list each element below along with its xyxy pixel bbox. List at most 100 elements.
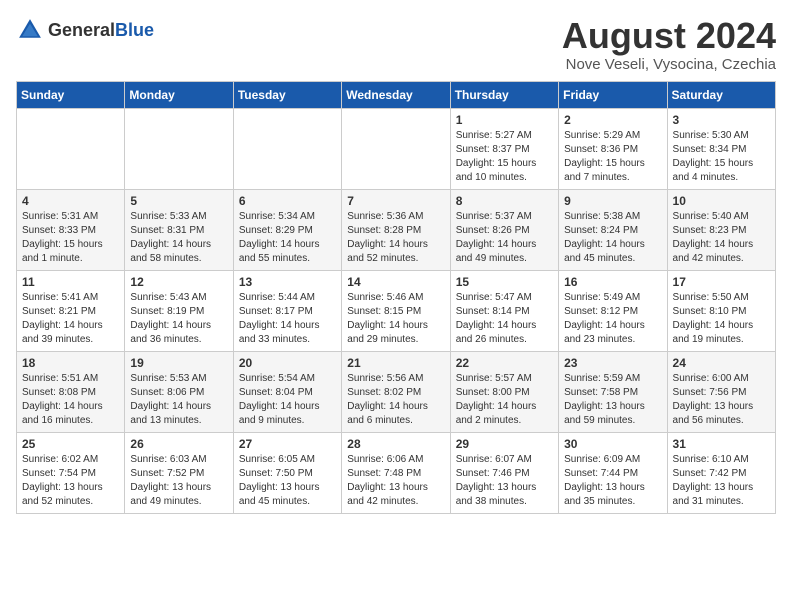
day-info: Sunrise: 5:37 AM Sunset: 8:26 PM Dayligh… [456,210,553,266]
day-number: 10 [673,194,770,208]
day-number: 28 [347,437,444,451]
day-number: 4 [22,194,119,208]
weekday-header-friday: Friday [559,81,667,108]
calendar-cell: 16Sunrise: 5:49 AM Sunset: 8:12 PM Dayli… [559,270,667,351]
day-info: Sunrise: 6:03 AM Sunset: 7:52 PM Dayligh… [130,453,227,509]
day-info: Sunrise: 5:29 AM Sunset: 8:36 PM Dayligh… [564,129,661,185]
logo-icon [16,16,44,44]
weekday-header-saturday: Saturday [667,81,775,108]
day-info: Sunrise: 5:44 AM Sunset: 8:17 PM Dayligh… [239,291,336,347]
day-number: 21 [347,356,444,370]
day-number: 12 [130,275,227,289]
calendar-cell: 26 Sunrise: 6:03 AM Sunset: 7:52 PM Dayli… [125,432,233,513]
calendar-cell: 12 Sunrise: 5:43 AM Sunset: 8:19 PM Dayli… [125,270,233,351]
day-info: Sunrise: 6:09 AM Sunset: 7:44 PM Dayligh… [564,453,661,509]
day-info: Sunrise: 5:46 AM Sunset: 8:15 PM Dayligh… [347,291,444,347]
logo-general-text: General [48,20,115,40]
day-info: Sunrise: 5:36 AM Sunset: 8:28 PM Dayligh… [347,210,444,266]
day-number: 8 [456,194,553,208]
day-info: Sunrise: 5:50 AM Sunset: 8:10 PM Dayligh… [673,291,770,347]
day-number: 30 [564,437,661,451]
week-row-3: 11 Sunrise: 5:41 AM Sunset: 8:21 PM Dayli… [17,270,776,351]
day-number: 23 [564,356,661,370]
calendar-cell: 20Sunrise: 5:54 AM Sunset: 8:04 PM Dayli… [233,351,341,432]
day-number: 31 [673,437,770,451]
calendar-cell: 28 Sunrise: 6:06 AM Sunset: 7:48 PM Dayli… [342,432,450,513]
day-number: 13 [239,275,336,289]
calendar-cell: 6 Sunrise: 5:34 AM Sunset: 8:29 PM Daylig… [233,189,341,270]
day-info: Sunrise: 5:31 AM Sunset: 8:33 PM Dayligh… [22,210,119,266]
title-block: August 2024 Nove Veseli, Vysocina, Czech… [562,16,776,73]
day-number: 14 [347,275,444,289]
day-info: Sunrise: 5:53 AM Sunset: 8:06 PM Dayligh… [130,372,227,428]
day-number: 1 [456,113,553,127]
day-info: Sunrise: 5:43 AM Sunset: 8:19 PM Dayligh… [130,291,227,347]
calendar-cell: 15Sunrise: 5:47 AM Sunset: 8:14 PM Dayli… [450,270,558,351]
week-row-4: 18 Sunrise: 5:51 AM Sunset: 8:08 PM Dayli… [17,351,776,432]
calendar-cell: 17 Sunrise: 5:50 AM Sunset: 8:10 PM Dayli… [667,270,775,351]
day-number: 27 [239,437,336,451]
day-info: Sunrise: 5:57 AM Sunset: 8:00 PM Dayligh… [456,372,553,428]
day-info: Sunrise: 5:41 AM Sunset: 8:21 PM Dayligh… [22,291,119,347]
calendar-cell: 3 Sunrise: 5:30 AM Sunset: 8:34 PM Daylig… [667,108,775,189]
calendar-cell [125,108,233,189]
calendar-cell: 13 Sunrise: 5:44 AM Sunset: 8:17 PM Dayli… [233,270,341,351]
calendar-cell: 30 Sunrise: 6:09 AM Sunset: 7:44 PM Dayli… [559,432,667,513]
day-info: Sunrise: 5:38 AM Sunset: 8:24 PM Dayligh… [564,210,661,266]
day-number: 9 [564,194,661,208]
week-row-5: 25Sunrise: 6:02 AM Sunset: 7:54 PM Dayli… [17,432,776,513]
day-number: 18 [22,356,119,370]
day-info: Sunrise: 6:05 AM Sunset: 7:50 PM Dayligh… [239,453,336,509]
weekday-header-sunday: Sunday [17,81,125,108]
day-number: 15 [456,275,553,289]
week-row-2: 4 Sunrise: 5:31 AM Sunset: 8:33 PM Daylig… [17,189,776,270]
calendar-cell: 19 Sunrise: 5:53 AM Sunset: 8:06 PM Dayli… [125,351,233,432]
calendar-cell [342,108,450,189]
calendar-cell [233,108,341,189]
day-number: 24 [673,356,770,370]
weekday-header-monday: Monday [125,81,233,108]
weekday-header-wednesday: Wednesday [342,81,450,108]
week-row-1: 1 Sunrise: 5:27 AM Sunset: 8:37 PM Daylig… [17,108,776,189]
calendar-cell: 31 Sunrise: 6:10 AM Sunset: 7:42 PM Dayli… [667,432,775,513]
calendar-cell: 5Sunrise: 5:33 AM Sunset: 8:31 PM Daylig… [125,189,233,270]
day-info: Sunrise: 5:30 AM Sunset: 8:34 PM Dayligh… [673,129,770,185]
day-number: 26 [130,437,227,451]
day-number: 20 [239,356,336,370]
logo-blue-text: Blue [115,20,154,40]
weekday-header-tuesday: Tuesday [233,81,341,108]
day-info: Sunrise: 5:49 AM Sunset: 8:12 PM Dayligh… [564,291,661,347]
day-info: Sunrise: 5:40 AM Sunset: 8:23 PM Dayligh… [673,210,770,266]
day-info: Sunrise: 5:56 AM Sunset: 8:02 PM Dayligh… [347,372,444,428]
calendar-cell: 8 Sunrise: 5:37 AM Sunset: 8:26 PM Daylig… [450,189,558,270]
day-number: 7 [347,194,444,208]
day-info: Sunrise: 6:07 AM Sunset: 7:46 PM Dayligh… [456,453,553,509]
page-header: GeneralBlue August 2024 Nove Veseli, Vys… [16,16,776,73]
day-number: 29 [456,437,553,451]
day-info: Sunrise: 5:27 AM Sunset: 8:37 PM Dayligh… [456,129,553,185]
day-number: 6 [239,194,336,208]
day-info: Sunrise: 6:06 AM Sunset: 7:48 PM Dayligh… [347,453,444,509]
day-number: 3 [673,113,770,127]
day-number: 11 [22,275,119,289]
day-info: Sunrise: 6:00 AM Sunset: 7:56 PM Dayligh… [673,372,770,428]
day-number: 17 [673,275,770,289]
weekday-header-row: SundayMondayTuesdayWednesdayThursdayFrid… [17,81,776,108]
day-info: Sunrise: 5:33 AM Sunset: 8:31 PM Dayligh… [130,210,227,266]
calendar-cell: 14 Sunrise: 5:46 AM Sunset: 8:15 PM Dayli… [342,270,450,351]
calendar-cell: 24 Sunrise: 6:00 AM Sunset: 7:56 PM Dayli… [667,351,775,432]
location-subtitle: Nove Veseli, Vysocina, Czechia [562,56,776,73]
calendar-cell: 1 Sunrise: 5:27 AM Sunset: 8:37 PM Daylig… [450,108,558,189]
day-info: Sunrise: 6:10 AM Sunset: 7:42 PM Dayligh… [673,453,770,509]
calendar-cell: 9 Sunrise: 5:38 AM Sunset: 8:24 PM Daylig… [559,189,667,270]
calendar-cell: 18 Sunrise: 5:51 AM Sunset: 8:08 PM Dayli… [17,351,125,432]
day-number: 19 [130,356,227,370]
calendar-cell: 21 Sunrise: 5:56 AM Sunset: 8:02 PM Dayli… [342,351,450,432]
day-number: 22 [456,356,553,370]
day-info: Sunrise: 5:51 AM Sunset: 8:08 PM Dayligh… [22,372,119,428]
day-number: 2 [564,113,661,127]
calendar-cell: 27 Sunrise: 6:05 AM Sunset: 7:50 PM Dayli… [233,432,341,513]
day-info: Sunrise: 6:02 AM Sunset: 7:54 PM Dayligh… [22,453,119,509]
calendar-cell: 4 Sunrise: 5:31 AM Sunset: 8:33 PM Daylig… [17,189,125,270]
day-info: Sunrise: 5:34 AM Sunset: 8:29 PM Dayligh… [239,210,336,266]
